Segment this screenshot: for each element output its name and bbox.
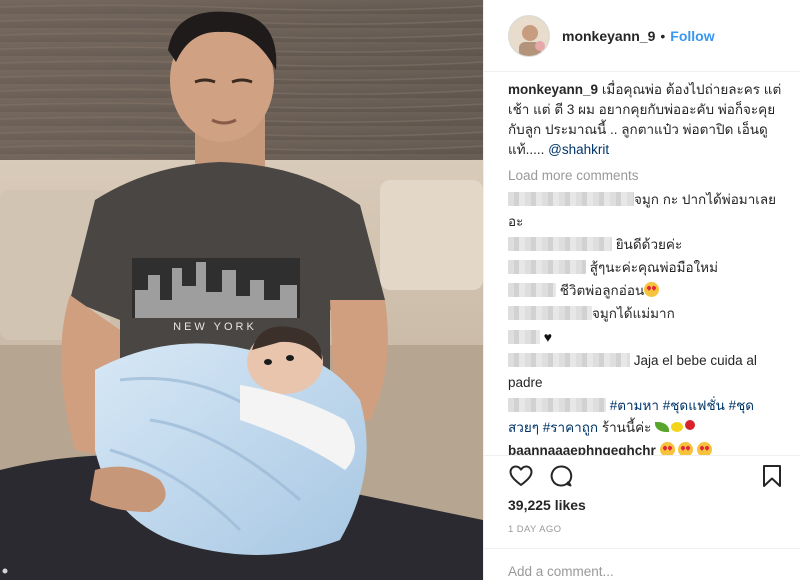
comment-text: ยินดีด้วยค่ะ xyxy=(615,237,683,252)
pushpin-emoji-icon xyxy=(685,420,696,430)
add-comment-input[interactable] xyxy=(508,564,777,579)
comment-item: สู้ๆนะค่ะคุณพ่อมือใหม่ xyxy=(508,257,785,279)
post-side-panel: monkeyann_9 • Follow monkeyann_9 เมื่อคุ… xyxy=(483,0,800,580)
comment-text: ร้านนี้ค่ะ xyxy=(601,420,652,435)
black-heart-icon: ♥ xyxy=(543,329,553,345)
blurred-username xyxy=(508,260,586,274)
post-photo[interactable]: NEW YORK xyxy=(0,0,483,580)
post-header: monkeyann_9 • Follow xyxy=(484,0,800,72)
comment-item: baannaaaephngeghchr xyxy=(508,440,785,455)
comment-text: ชีวิตพ่อลูกอ่อน xyxy=(559,283,645,298)
save-button[interactable] xyxy=(759,463,785,489)
comments-list: monkeyann_9 เมื่อคุณพ่อ ต้องไปถ่ายละคร แ… xyxy=(484,80,800,455)
lemon-emoji-icon xyxy=(671,422,684,432)
caption-username[interactable]: monkeyann_9 xyxy=(508,82,598,97)
photo-illustration: NEW YORK xyxy=(0,0,483,580)
comment-text: สู้ๆนะค่ะคุณพ่อมือใหม่ xyxy=(589,260,718,275)
like-button[interactable] xyxy=(508,463,534,489)
hashtag-link[interactable]: #ตามหา xyxy=(610,398,659,413)
comment-item: #ตามหา #ชุดแฟชั่น #ชุดสวยๆ #ราคาถูก ร้าน… xyxy=(508,395,785,439)
comment-item: ยินดีด้วยค่ะ xyxy=(508,234,785,256)
add-comment-bar xyxy=(484,548,800,580)
post-actions-bar xyxy=(484,455,800,495)
carousel-dot-icon xyxy=(2,568,8,574)
comment-item: จมูกได้แม่มาก xyxy=(508,303,785,325)
heart-eyes-emoji-icon xyxy=(659,442,675,455)
bookmark-icon xyxy=(763,464,781,487)
comment-item: Jaja el bebe cuida al padre xyxy=(508,350,785,394)
blurred-username xyxy=(508,237,612,251)
leaf-emoji-icon xyxy=(655,422,670,432)
header-username[interactable]: monkeyann_9 xyxy=(562,28,655,44)
hashtag-link[interactable]: #ราคาถูก xyxy=(543,420,598,435)
shirt-print-text: NEW YORK xyxy=(173,321,257,333)
blurred-username xyxy=(508,398,606,412)
comment-item: ชีวิตพ่อลูกอ่อน xyxy=(508,280,785,302)
blurred-username xyxy=(508,330,540,344)
comment-username[interactable]: baannaaaephngeghchr xyxy=(508,443,656,455)
avatar-image-icon xyxy=(509,15,549,56)
header-separator: • xyxy=(660,27,666,44)
comment-item: ♥ xyxy=(508,326,785,349)
follow-button[interactable]: Follow xyxy=(670,28,714,44)
likes-count[interactable]: 39,225 likes xyxy=(508,497,586,513)
blurred-username xyxy=(508,306,592,320)
post-timestamp[interactable]: 1 DAY AGO xyxy=(508,524,561,535)
heart-outline-icon xyxy=(509,465,533,486)
heart-eyes-emoji-icon xyxy=(678,442,694,455)
carousel-indicator xyxy=(0,568,483,574)
caption-mention[interactable]: @shahkrit xyxy=(548,142,609,157)
comment-item: จมูก กะ ปากได้พ่อมาเลยอะ xyxy=(508,189,785,233)
hashtag-link[interactable]: #ชุดแฟชั่น xyxy=(663,398,725,413)
post-caption: monkeyann_9 เมื่อคุณพ่อ ต้องไปถ่ายละคร แ… xyxy=(508,80,785,160)
avatar[interactable] xyxy=(508,14,550,57)
comment-text: จมูกได้แม่มาก xyxy=(592,306,675,321)
comment-button[interactable] xyxy=(548,463,574,489)
load-more-comments-button[interactable]: Load more comments xyxy=(508,168,785,183)
blurred-username xyxy=(508,283,556,297)
heart-eyes-emoji-icon xyxy=(697,442,713,455)
blurred-username xyxy=(508,353,630,367)
heart-eyes-emoji-icon xyxy=(644,282,660,297)
blurred-username xyxy=(508,192,634,206)
comment-bubble-icon xyxy=(550,464,573,486)
